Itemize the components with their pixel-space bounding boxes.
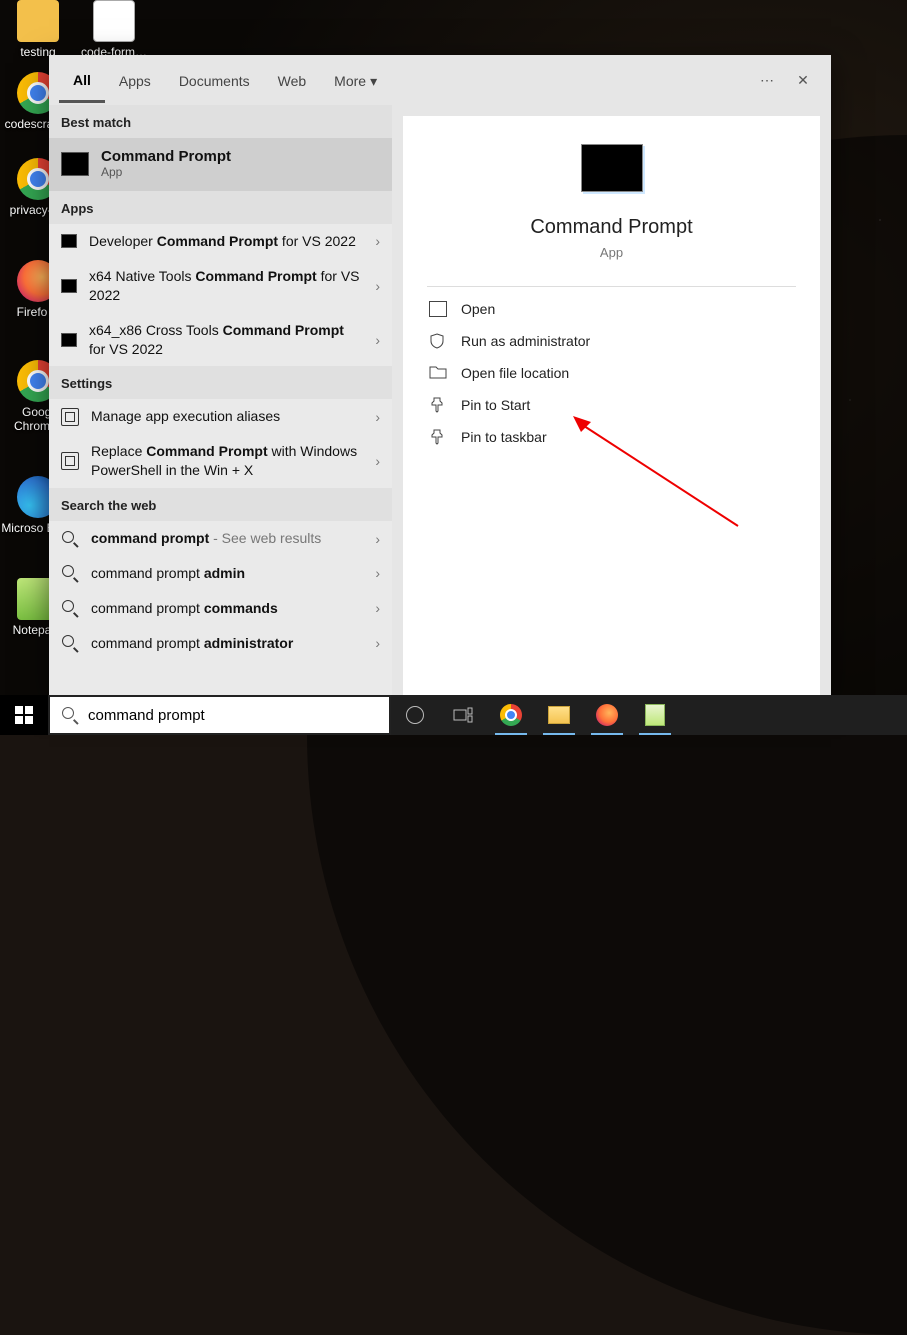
tab-apps[interactable]: Apps bbox=[105, 59, 165, 101]
cmd-icon bbox=[61, 279, 77, 293]
taskbar-app-notepad[interactable] bbox=[631, 695, 679, 735]
settings-icon bbox=[61, 408, 79, 426]
task-view-icon[interactable] bbox=[439, 695, 487, 735]
chevron-right-icon: › bbox=[375, 453, 380, 469]
tab-more[interactable]: More ▾ bbox=[320, 59, 391, 102]
desktop-icon-file[interactable]: code-form… bbox=[76, 0, 152, 60]
detail-title: Command Prompt bbox=[530, 216, 692, 239]
app-result-text: Developer Command Prompt for VS 2022 bbox=[89, 232, 363, 251]
action-run-as-admin[interactable]: Run as administrator bbox=[427, 325, 796, 357]
action-open[interactable]: Open bbox=[427, 293, 796, 325]
tab-web[interactable]: Web bbox=[264, 59, 321, 101]
cmd-icon bbox=[61, 152, 89, 176]
taskbar bbox=[0, 695, 907, 735]
cmd-icon bbox=[61, 333, 77, 347]
pin-icon bbox=[429, 429, 447, 445]
chevron-right-icon: › bbox=[375, 565, 380, 581]
search-icon bbox=[61, 530, 79, 548]
section-best-match: Best match bbox=[49, 105, 392, 138]
shield-icon bbox=[429, 333, 447, 349]
more-options-icon[interactable]: ⋯ bbox=[749, 62, 785, 98]
action-label: Run as administrator bbox=[461, 333, 590, 349]
cmd-icon-large bbox=[581, 144, 643, 192]
window-icon bbox=[429, 301, 447, 317]
pin-icon bbox=[429, 397, 447, 413]
settings-result-text: Manage app execution aliases bbox=[91, 407, 363, 426]
search-input[interactable] bbox=[88, 707, 377, 724]
web-result[interactable]: command prompt - See web results › bbox=[49, 521, 392, 556]
action-pin-start[interactable]: Pin to Start bbox=[427, 389, 796, 421]
search-results-column: Best match Command Prompt App Apps Devel… bbox=[49, 105, 392, 695]
cmd-icon bbox=[61, 234, 77, 248]
app-result[interactable]: Developer Command Prompt for VS 2022 › bbox=[49, 224, 392, 259]
desktop-icon-folder[interactable]: testing bbox=[0, 0, 76, 60]
web-result[interactable]: command prompt admin › bbox=[49, 556, 392, 591]
section-settings: Settings bbox=[49, 366, 392, 399]
chevron-right-icon: › bbox=[375, 531, 380, 547]
tab-all[interactable]: All bbox=[59, 58, 105, 103]
settings-result-text: Replace Command Prompt with Windows Powe… bbox=[91, 442, 363, 480]
start-button[interactable] bbox=[0, 695, 48, 735]
action-label: Pin to Start bbox=[461, 397, 530, 413]
folder-icon bbox=[429, 365, 447, 381]
chevron-right-icon: › bbox=[375, 278, 380, 294]
chevron-right-icon: › bbox=[375, 635, 380, 651]
action-label: Open bbox=[461, 301, 495, 317]
search-tabs: All Apps Documents Web More ▾ ⋯ ✕ bbox=[49, 55, 831, 105]
close-icon[interactable]: ✕ bbox=[785, 62, 821, 98]
action-open-location[interactable]: Open file location bbox=[427, 357, 796, 389]
best-match-result[interactable]: Command Prompt App bbox=[49, 138, 392, 191]
chevron-right-icon: › bbox=[375, 600, 380, 616]
action-label: Open file location bbox=[461, 365, 569, 381]
detail-pane: Command Prompt App Open Run as administr… bbox=[403, 116, 820, 695]
settings-result[interactable]: Replace Command Prompt with Windows Powe… bbox=[49, 434, 392, 488]
app-result-text: x64_x86 Cross Tools Command Prompt for V… bbox=[89, 321, 363, 359]
search-icon bbox=[61, 599, 79, 617]
chevron-right-icon: › bbox=[375, 233, 380, 249]
tab-more-label: More bbox=[334, 73, 366, 89]
tab-documents[interactable]: Documents bbox=[165, 59, 264, 101]
chevron-down-icon: ▾ bbox=[370, 73, 377, 90]
settings-result[interactable]: Manage app execution aliases › bbox=[49, 399, 392, 434]
search-icon bbox=[62, 707, 78, 723]
best-match-title: Command Prompt bbox=[101, 148, 231, 165]
chevron-right-icon: › bbox=[375, 332, 380, 348]
web-result-text: command prompt commands bbox=[91, 599, 363, 618]
cortana-icon[interactable] bbox=[391, 695, 439, 735]
web-result-text: command prompt administrator bbox=[91, 634, 363, 653]
web-result-text: command prompt - See web results bbox=[91, 529, 363, 548]
app-result[interactable]: x64 Native Tools Command Prompt for VS 2… bbox=[49, 259, 392, 313]
web-result[interactable]: command prompt administrator › bbox=[49, 626, 392, 661]
app-result[interactable]: x64_x86 Cross Tools Command Prompt for V… bbox=[49, 313, 392, 367]
taskbar-app-chrome[interactable] bbox=[487, 695, 535, 735]
web-result-text: command prompt admin bbox=[91, 564, 363, 583]
divider bbox=[427, 286, 796, 287]
web-result[interactable]: command prompt commands › bbox=[49, 591, 392, 626]
app-result-text: x64 Native Tools Command Prompt for VS 2… bbox=[89, 267, 363, 305]
chevron-right-icon: › bbox=[375, 409, 380, 425]
action-label: Pin to taskbar bbox=[461, 429, 547, 445]
search-icon bbox=[61, 564, 79, 582]
start-search-panel: All Apps Documents Web More ▾ ⋯ ✕ Best m… bbox=[49, 55, 831, 695]
search-icon bbox=[61, 634, 79, 652]
action-pin-taskbar[interactable]: Pin to taskbar bbox=[427, 421, 796, 453]
section-web: Search the web bbox=[49, 488, 392, 521]
taskbar-app-explorer[interactable] bbox=[535, 695, 583, 735]
section-apps: Apps bbox=[49, 191, 392, 224]
taskbar-search-box[interactable] bbox=[48, 695, 391, 735]
taskbar-app-firefox[interactable] bbox=[583, 695, 631, 735]
best-match-sub: App bbox=[101, 165, 231, 179]
settings-icon bbox=[61, 452, 79, 470]
detail-sub: App bbox=[600, 245, 623, 260]
